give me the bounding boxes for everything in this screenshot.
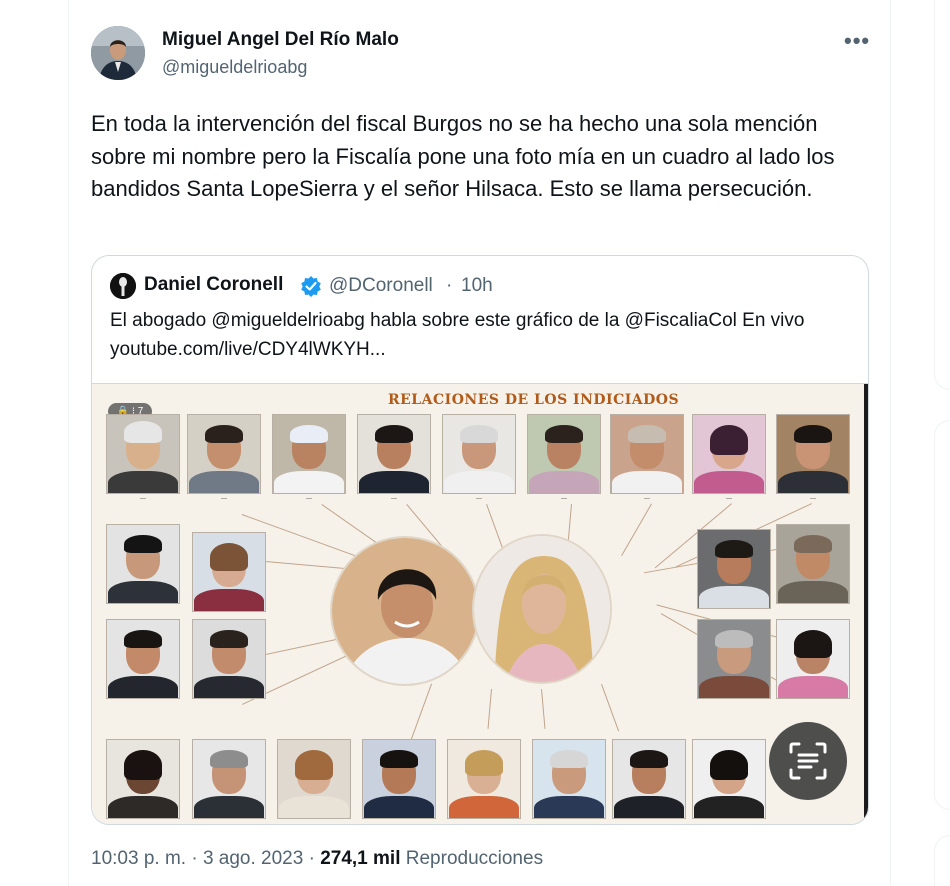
relation-line: [541, 689, 546, 729]
relation-line: [621, 503, 652, 556]
person-photo: [776, 414, 850, 494]
person-photo: [277, 739, 351, 819]
person-photo: [192, 619, 266, 699]
tweet: Miguel Angel Del Río Malo @migueldelrioa…: [69, 0, 890, 886]
tweet-meta: 10:03 p. m. · 3 ago. 2023 · 274,1 mil Re…: [91, 848, 543, 870]
central-photo-woman: [472, 534, 612, 684]
media-title: RELACIONES DE LOS INDICIADOS: [388, 392, 680, 408]
quoted-time[interactable]: 10h: [461, 275, 493, 297]
person-photo: [532, 739, 606, 819]
photo-caption: —: [140, 496, 146, 502]
person-photo: [776, 619, 850, 699]
quoted-tweet[interactable]: Daniel Coronell @DCoronell · 10h El abog…: [91, 255, 869, 825]
views-label: Reproducciones: [400, 848, 544, 869]
quoted-separator: ·: [446, 275, 453, 296]
quoted-author-handle[interactable]: @DCoronell: [329, 275, 433, 297]
person-photo: [106, 739, 180, 819]
photo-caption: —: [476, 496, 482, 502]
central-photo-man: [330, 536, 480, 686]
relation-line: [601, 684, 620, 732]
sidebar-card: [934, 0, 950, 390]
quoted-author-name[interactable]: Daniel Coronell: [144, 274, 283, 296]
more-options-icon[interactable]: •••: [844, 28, 870, 54]
person-photo: [692, 414, 766, 494]
quoted-text: El abogado @migueldelrioabg habla sobre …: [110, 310, 805, 360]
tweet-text: En toda la intervención del fiscal Burgo…: [91, 111, 835, 201]
person-photo: [357, 414, 431, 494]
verified-badge-icon: [301, 276, 321, 297]
text-scan-icon[interactable]: [769, 722, 847, 800]
person-photo: [692, 739, 766, 819]
sidebar-card: [934, 835, 950, 886]
media-frame-edge: [864, 384, 868, 824]
sidebar-card: [934, 420, 950, 810]
photo-caption: —: [391, 496, 397, 502]
photo-caption: —: [644, 496, 650, 502]
person-photo: [192, 532, 266, 612]
person-photo: [612, 739, 686, 819]
author-handle[interactable]: @migueldelrioabg: [162, 57, 307, 78]
timeline-right-border: [890, 0, 891, 886]
tweet-timestamp[interactable]: 10:03 p. m. · 3 ago. 2023 ·: [91, 848, 320, 869]
person-photo: [362, 739, 436, 819]
person-photo: [697, 619, 771, 699]
photo-caption: —: [810, 496, 816, 502]
quoted-author-avatar[interactable]: [110, 273, 136, 299]
photo-caption: —: [221, 496, 227, 502]
quoted-media-image[interactable]: RELACIONES DE LOS INDICIADOS 🔒 ⁝ 7 — — —…: [92, 383, 868, 824]
photo-caption: —: [306, 496, 312, 502]
person-photo: [106, 524, 180, 604]
photo-caption: —: [726, 496, 732, 502]
photo-caption: —: [561, 496, 567, 502]
relation-line: [487, 688, 492, 729]
person-photo: [776, 524, 850, 604]
person-photo: [106, 619, 180, 699]
person-photo: [192, 739, 266, 819]
person-photo: [106, 414, 180, 494]
person-photo: [610, 414, 684, 494]
person-photo: [447, 739, 521, 819]
person-photo: [697, 529, 771, 609]
relation-line: [410, 683, 432, 741]
person-photo: [187, 414, 261, 494]
author-name[interactable]: Miguel Angel Del Río Malo: [162, 29, 399, 51]
person-photo: [272, 414, 346, 494]
author-avatar[interactable]: [91, 26, 145, 80]
relation-line: [567, 503, 572, 544]
views-count: 274,1 mil: [320, 848, 401, 869]
person-photo: [442, 414, 516, 494]
person-photo: [527, 414, 601, 494]
